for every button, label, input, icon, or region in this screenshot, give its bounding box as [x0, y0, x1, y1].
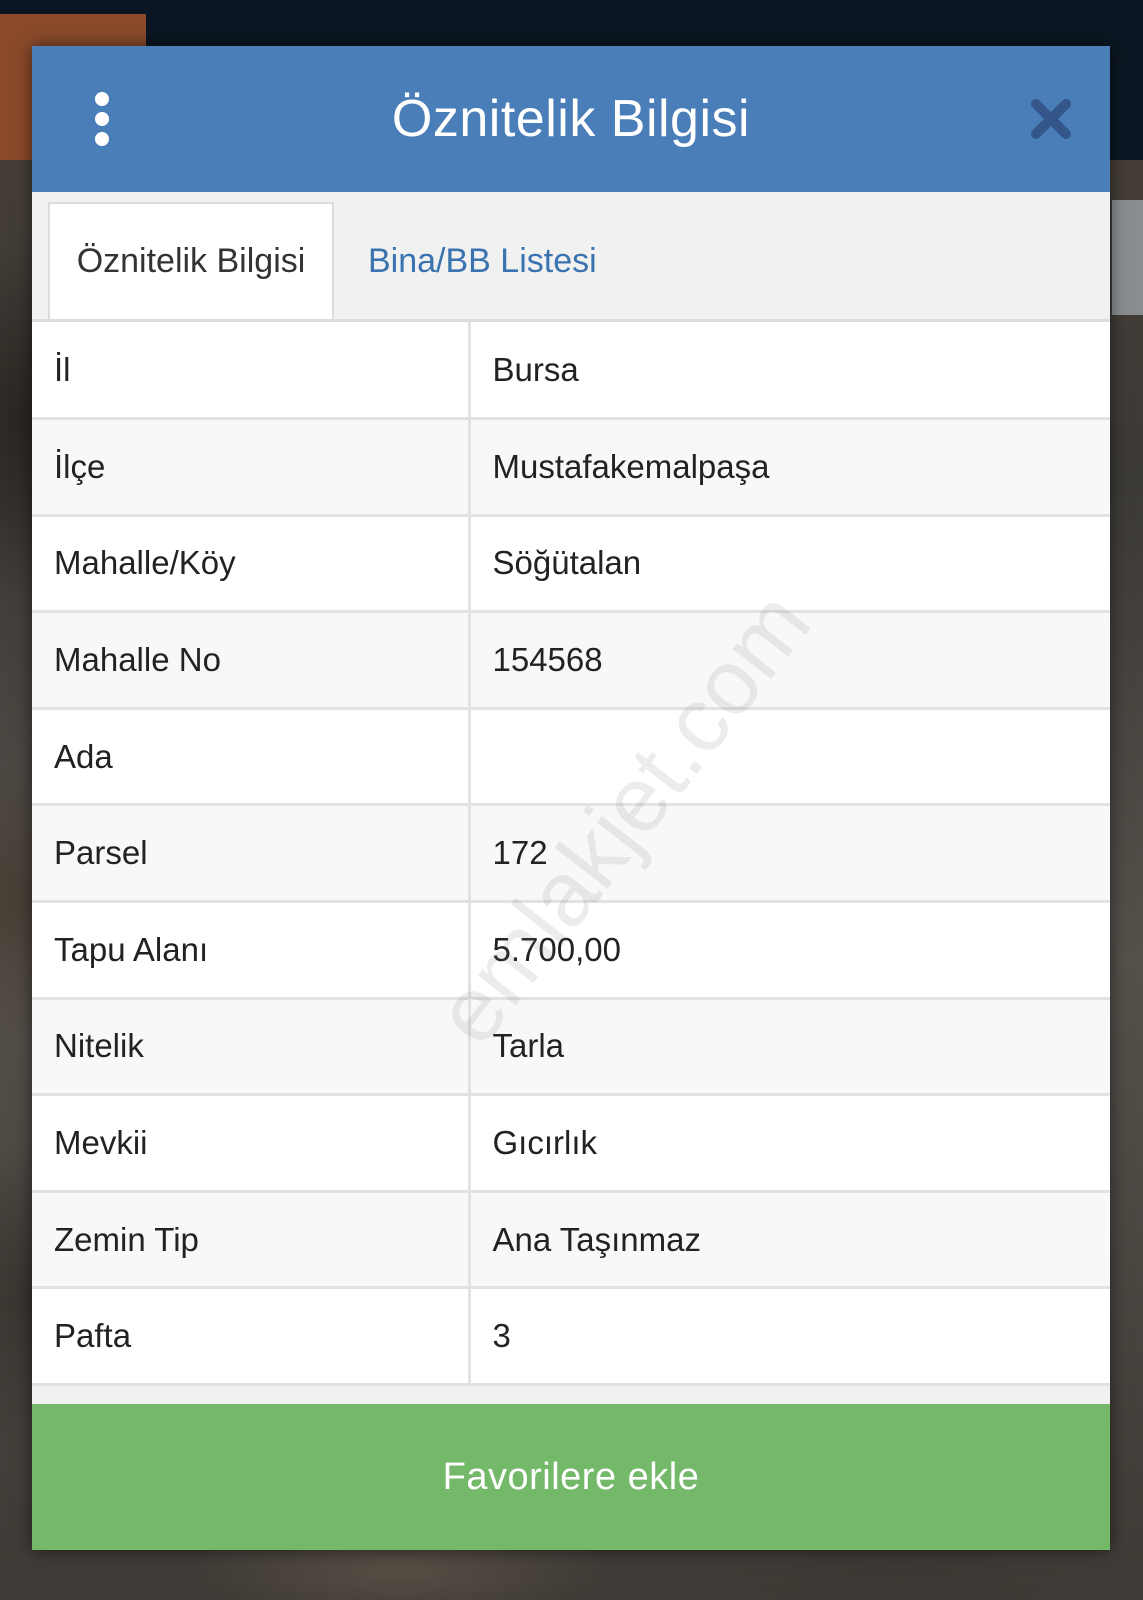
table-row: İl Bursa: [32, 322, 1110, 421]
attribute-table: İl Bursa İlçe Mustafakemalpaşa Mahalle/Köy Sö…: [32, 322, 1110, 1387]
attribute-value: Bursa: [467, 322, 1110, 421]
table-row: Mahalle No 154568: [32, 610, 1110, 710]
table-row: Ada: [32, 706, 1110, 807]
attribute-value: Mustafakemalpaşa: [467, 417, 1110, 517]
table-row: Pafta 3: [32, 1286, 1110, 1387]
tab-building-list[interactable]: Bina/BB Listesi: [368, 202, 597, 320]
attribute-key: Mahalle No: [32, 610, 471, 710]
attribute-value: Tarla: [467, 996, 1110, 1097]
vertical-ellipsis-icon: [95, 92, 109, 146]
menu-dot: [95, 112, 109, 126]
table-row: Mahalle/Köy Söğütalan: [32, 513, 1110, 614]
attribute-info-dialog: Öznitelik Bilgisi Öznitelik Bilgisi Bina…: [32, 46, 1110, 1550]
attribute-key: Zemin Tip: [32, 1189, 471, 1290]
close-button[interactable]: [1028, 96, 1074, 142]
attribute-key: Nitelik: [32, 996, 471, 1097]
table-row: Tapu Alanı 5.700,00: [32, 900, 1110, 1000]
attribute-key: İlçe: [32, 417, 471, 517]
table-row: Parsel 172: [32, 803, 1110, 904]
attribute-value: 5.700,00: [467, 900, 1110, 1000]
add-to-favorites-button[interactable]: Favorilere ekle: [32, 1404, 1110, 1550]
attribute-key: Parsel: [32, 803, 471, 904]
menu-dot: [95, 92, 109, 106]
attribute-key: Pafta: [32, 1286, 471, 1387]
menu-dot: [95, 132, 109, 146]
attribute-value: [467, 706, 1110, 807]
attribute-value: 172: [467, 803, 1110, 904]
attribute-key: Mahalle/Köy: [32, 513, 471, 614]
attribute-key: İl: [32, 322, 471, 421]
dialog-title: Öznitelik Bilgisi: [391, 90, 751, 148]
attribute-key: Ada: [32, 706, 471, 807]
table-row: İlçe Mustafakemalpaşa: [32, 417, 1110, 517]
close-icon: [1031, 99, 1071, 139]
attribute-value: 154568: [467, 610, 1110, 710]
attribute-value: 3: [467, 1286, 1110, 1387]
table-row: Mevkii Gıcırlık: [32, 1093, 1110, 1193]
attribute-value: Gıcırlık: [467, 1093, 1110, 1193]
attribute-key: Mevkii: [32, 1093, 471, 1193]
tab-attribute-info[interactable]: Öznitelik Bilgisi: [48, 202, 334, 320]
menu-button[interactable]: [80, 86, 124, 152]
attribute-value: Ana Taşınmaz: [467, 1189, 1110, 1290]
attribute-key: Tapu Alanı: [32, 900, 471, 1000]
dialog-header: Öznitelik Bilgisi: [32, 46, 1110, 192]
attribute-value: Söğütalan: [467, 513, 1110, 614]
table-row: Zemin Tip Ana Taşınmaz: [32, 1189, 1110, 1290]
table-row: Nitelik Tarla: [32, 996, 1110, 1097]
map-side-strip: [1112, 200, 1143, 315]
